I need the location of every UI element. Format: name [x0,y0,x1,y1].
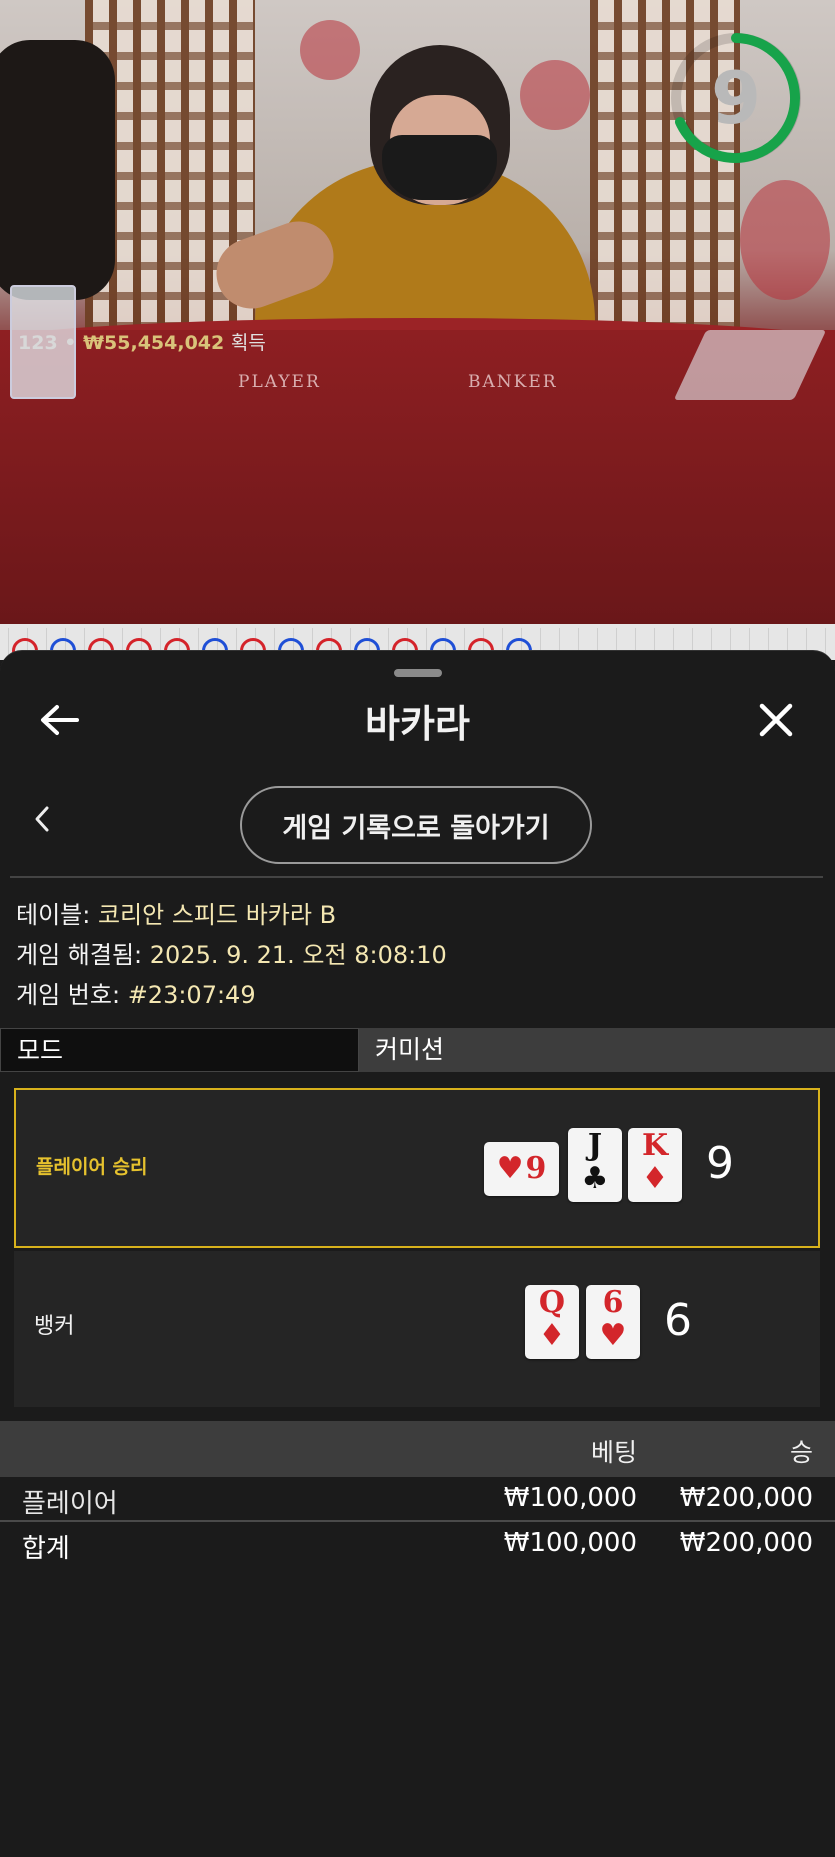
banker-card-2: 6 ♥ [586,1285,640,1359]
banker-card-1: Q ♦ [525,1285,579,1359]
card-suit: ♦ [641,1161,669,1196]
divider [10,876,823,878]
blossom-decoration [300,20,360,80]
game-number-info: 게임 번호: #23:07:49 [16,975,256,1010]
person-icon: • [64,332,77,354]
card-suit: ♥ [599,1318,627,1353]
live-video-feed: PLAYER BANKER 123 • ₩55,454,042 획득 9 [0,0,835,624]
felt-label-player: PLAYER [238,372,321,392]
countdown-timer: 9 [710,56,762,140]
game-number-label: 게임 번호: [16,981,121,1009]
previous-game-button[interactable] [22,799,62,839]
winner-count: 123 [18,332,58,354]
page-title: 바카라 [365,702,470,746]
player-card-2: J ♣ [568,1128,622,1202]
player-card-1: ♥9 [484,1142,559,1196]
tab-commission[interactable]: 커미션 [359,1028,835,1072]
resolved-value: 2025. 9. 21. 오전 8:08:10 [149,941,447,969]
game-history-sheet: 바카라 게임 기록으로 돌아가기 테이블: 코리안 스피드 바카라 B 게임 해… [0,650,835,1857]
bets-table-header: 베팅 승 [0,1421,835,1477]
total-bet: ₩100,000 [503,1528,637,1558]
dealer-mask [382,135,497,200]
banker-result-label: 뱅커 [34,1314,75,1339]
blossom-decoration [520,60,590,130]
resolved-label: 게임 해결됨: [16,941,143,969]
total-row: 합계 ₩100,000 ₩200,000 [0,1522,835,1566]
player-result-label: 플레이어 승리 [36,1156,148,1178]
bet-name: 플레이어 [22,1489,118,1519]
total-label: 합계 [22,1534,70,1564]
table-row: 플레이어 ₩100,000 ₩200,000 [0,1477,835,1521]
bet-amount: ₩100,000 [503,1483,637,1513]
player-score: 9 [706,1138,734,1189]
player-card-3: K ♦ [628,1128,682,1202]
card-rank: J [587,1128,603,1163]
column-bet: 베팅 [590,1438,637,1467]
table-info: 테이블: 코리안 스피드 바카라 B [16,895,336,930]
total-win: ₩200,000 [679,1528,813,1558]
felt-label-banker: BANKER [468,372,558,392]
card-rank: 9 [525,1151,547,1186]
card-suit: ♦ [538,1318,566,1353]
close-button[interactable] [751,695,801,745]
card-suit: ♣ [581,1161,609,1196]
tab-mode[interactable]: 모드 [0,1028,359,1072]
win-amount: ₩200,000 [679,1483,813,1513]
resolved-info: 게임 해결됨: 2025. 9. 21. 오전 8:08:10 [16,935,447,970]
banker-result-panel: 뱅커 Q ♦ 6 ♥ 6 [14,1251,820,1407]
back-to-history-button[interactable]: 게임 기록으로 돌아가기 [240,786,592,864]
table-value: 코리안 스피드 바카라 B [97,901,337,929]
sheet-drag-handle[interactable] [394,669,442,677]
table-label: 테이블: [16,901,91,929]
winner-amount: ₩55,454,042 [83,332,225,354]
card-rank: K [641,1128,669,1163]
banker-score: 6 [664,1295,692,1346]
game-number-value: #23:07:49 [127,981,256,1009]
card-rank: 6 [602,1285,624,1320]
mode-tabs: 모드 커미션 [0,1028,835,1074]
card-rank: Q [538,1285,566,1320]
blossom-decoration [740,180,830,300]
winner-suffix: 획득 [230,332,266,354]
chevron-left-icon [35,806,49,832]
player-result-panel: 플레이어 승리 ♥9 J ♣ K ♦ 9 [14,1088,820,1248]
winners-banner: 123 • ₩55,454,042 획득 [18,328,266,355]
close-icon [759,703,793,737]
bystander-figure [0,40,115,300]
card-suit: ♥ [496,1151,524,1186]
column-win: 승 [789,1438,813,1467]
